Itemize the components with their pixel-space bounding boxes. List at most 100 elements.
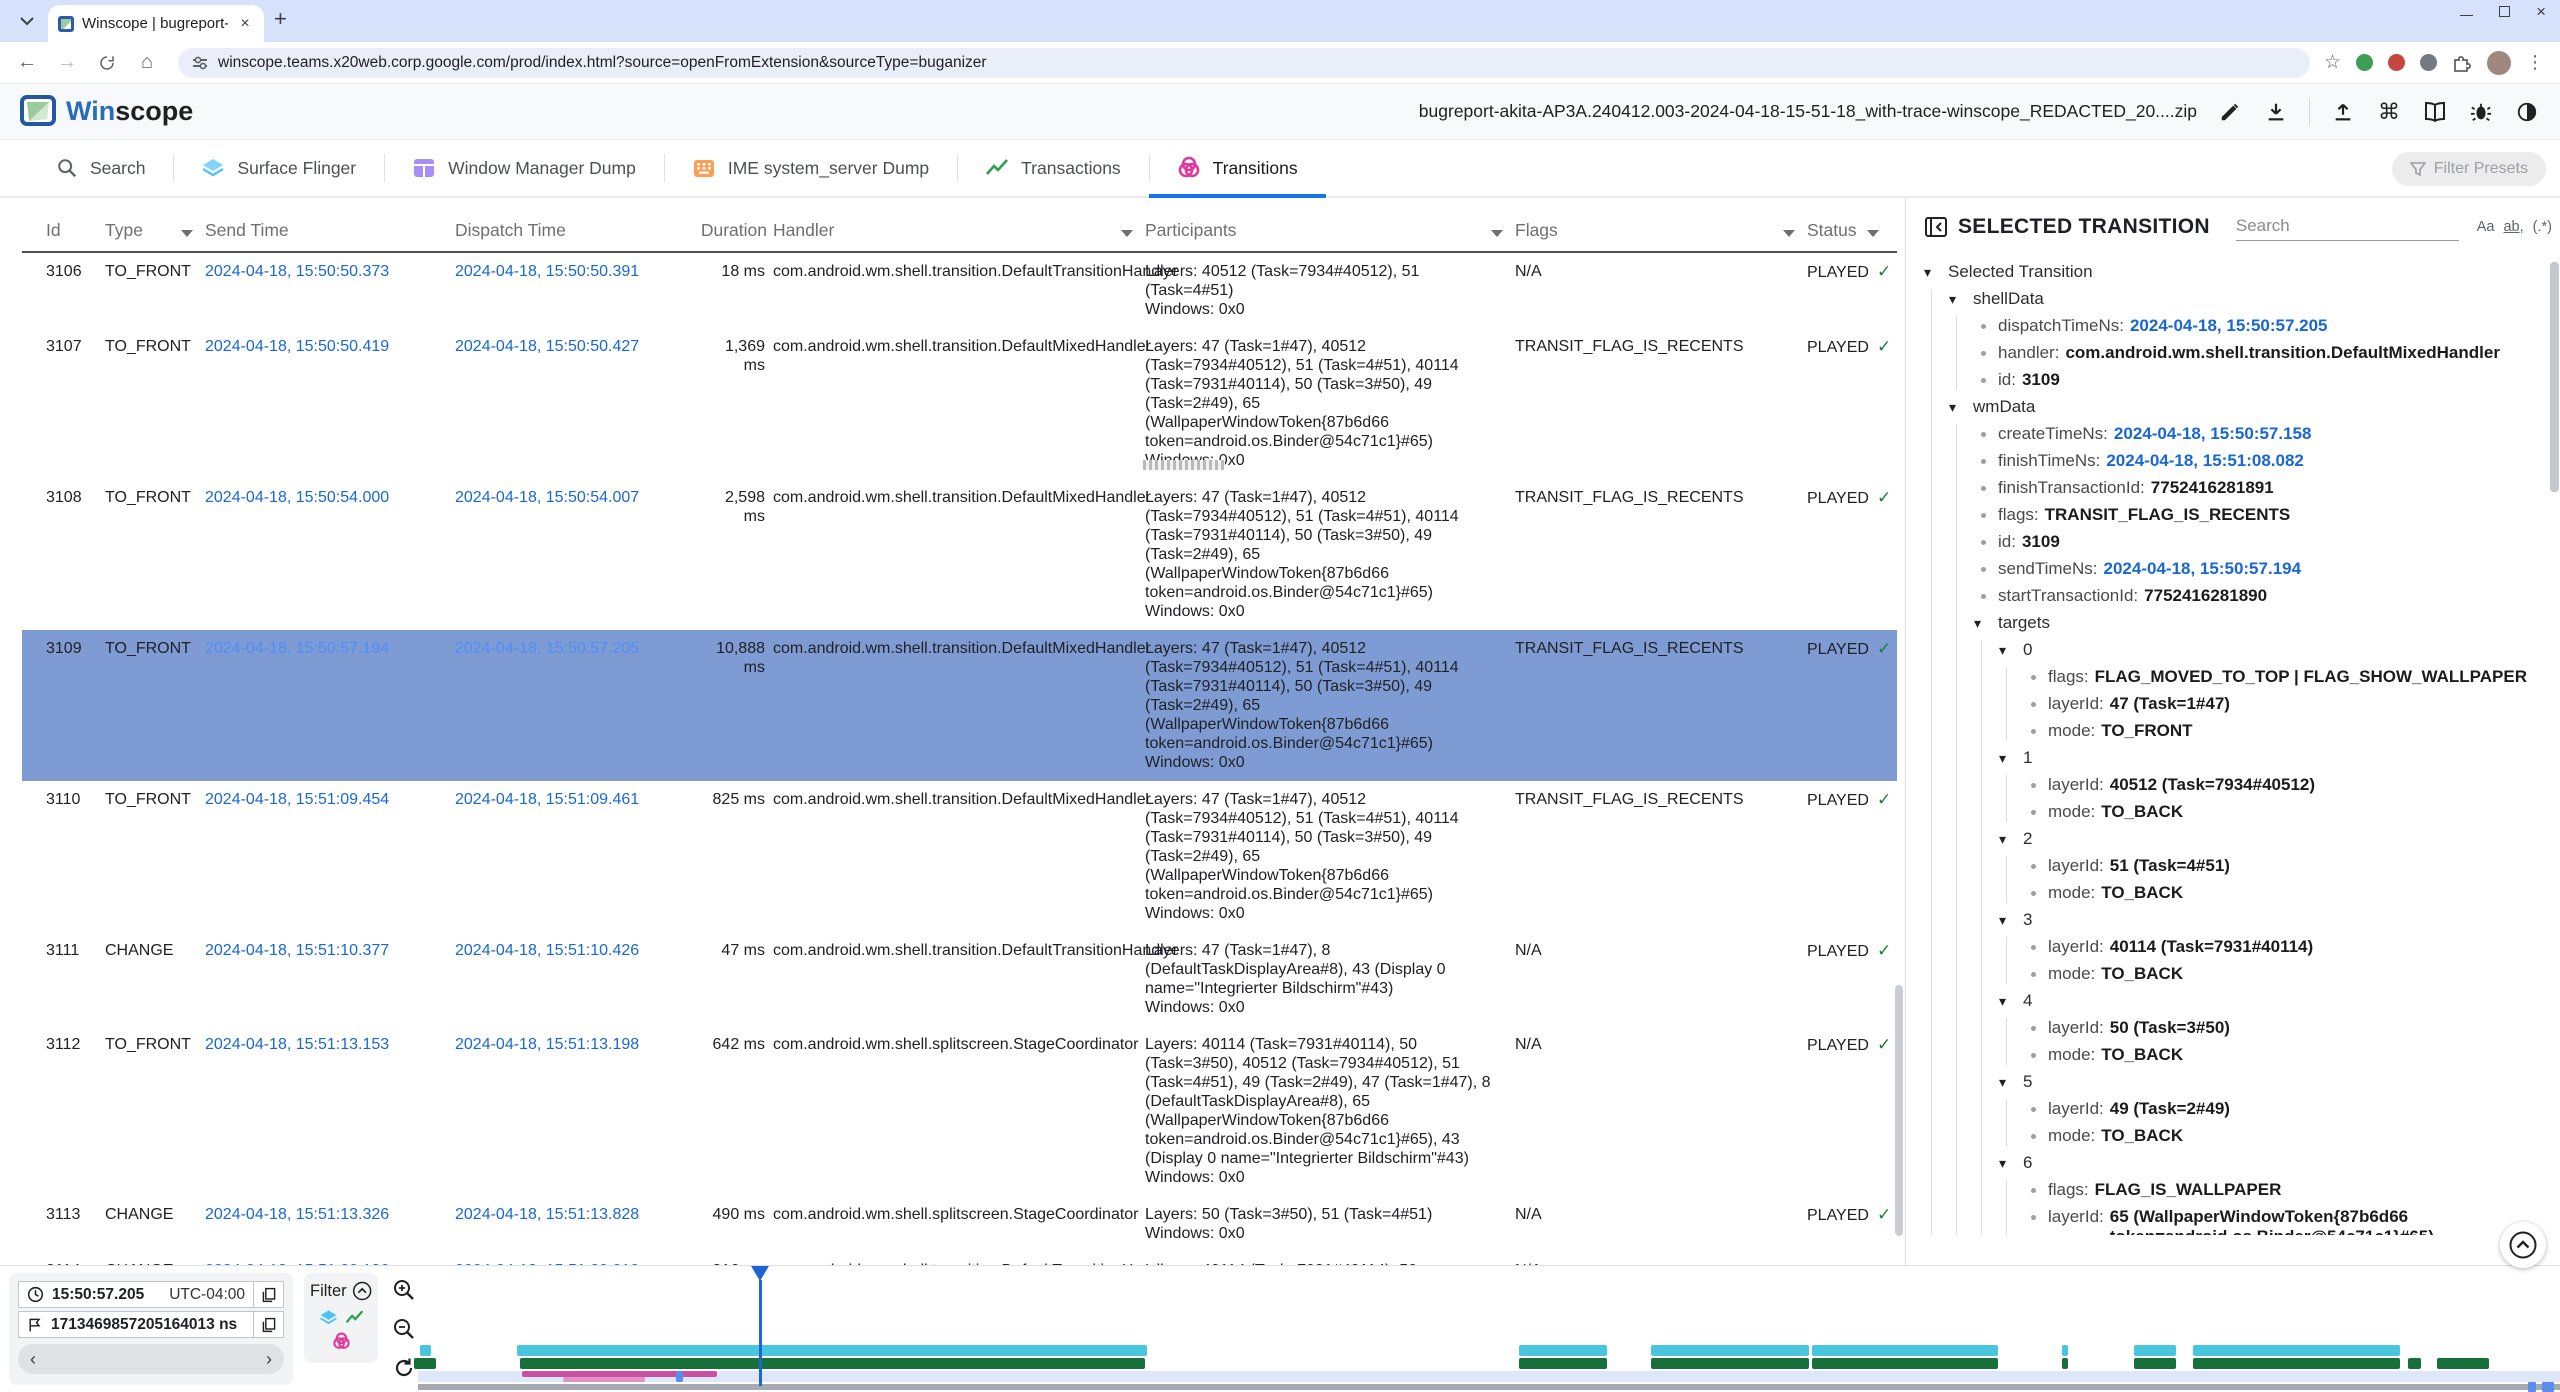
tab-surface-flinger[interactable]: Surface Flinger bbox=[173, 140, 384, 196]
cell-dispatch[interactable]: 2024-04-18, 15:51:13.828 bbox=[455, 1196, 705, 1252]
col-header-status[interactable]: Status bbox=[1807, 220, 1897, 251]
report-bug-icon[interactable] bbox=[2468, 99, 2494, 125]
timeline-segment[interactable] bbox=[2134, 1345, 2176, 1356]
cell-send[interactable]: 2024-04-18, 15:51:10.377 bbox=[205, 932, 455, 1026]
timeline-segment[interactable] bbox=[2062, 1358, 2068, 1369]
tree-group-row[interactable]: ▾5 bbox=[1999, 1072, 2552, 1092]
timeline-segment[interactable] bbox=[2437, 1358, 2489, 1369]
cell-dispatch[interactable]: 2024-04-18, 15:50:50.391 bbox=[455, 253, 705, 328]
forward-icon[interactable]: → bbox=[50, 46, 84, 80]
timestamp-ns-field[interactable]: 1713469857205164013 ns bbox=[18, 1311, 254, 1338]
match-regex-toggle[interactable]: (.*) bbox=[2533, 219, 2552, 235]
col-header-participants[interactable]: Participants bbox=[1145, 220, 1515, 251]
tab-window-manager-dump[interactable]: Window Manager Dump bbox=[384, 140, 664, 196]
col-header-type[interactable]: Type bbox=[105, 220, 205, 251]
properties-search-input[interactable] bbox=[2236, 212, 2459, 240]
chevron-down-icon[interactable]: ▾ bbox=[1999, 829, 2017, 849]
cell-send[interactable]: 2024-04-18, 15:51:09.454 bbox=[205, 781, 455, 932]
timeline-segment[interactable] bbox=[414, 1358, 436, 1369]
col-header-handler[interactable]: Handler bbox=[773, 220, 1145, 251]
tree-group-row[interactable]: ▾1 bbox=[1999, 748, 2552, 768]
chevron-down-icon[interactable]: ▾ bbox=[1999, 910, 2017, 930]
chevron-down-icon[interactable]: ▾ bbox=[1949, 397, 1967, 417]
tree-group-row[interactable]: ▾Selected Transition bbox=[1924, 262, 2552, 282]
copy-ns-button[interactable] bbox=[254, 1311, 284, 1338]
window-maximize-icon[interactable] bbox=[2499, 6, 2510, 17]
cell-dispatch[interactable]: 2024-04-18, 15:51:20.212 bbox=[455, 1252, 705, 1265]
timeline-segment[interactable] bbox=[1519, 1345, 1607, 1356]
collapse-filter-icon[interactable] bbox=[352, 1279, 372, 1303]
url-text[interactable]: winscope.teams.x20web.corp.google.com/pr… bbox=[218, 54, 987, 72]
table-row[interactable]: 3108TO_FRONT2024-04-18, 15:50:54.0002024… bbox=[22, 479, 1897, 630]
utc-offset[interactable]: UTC-04:00 bbox=[169, 1286, 245, 1304]
extension-icon-gray[interactable] bbox=[2420, 54, 2437, 71]
match-word-toggle[interactable]: ab, bbox=[2503, 219, 2523, 235]
timeline-segment[interactable] bbox=[1812, 1358, 1998, 1369]
chevron-down-icon[interactable]: ▾ bbox=[1949, 289, 1967, 309]
timeline-tracks[interactable] bbox=[418, 1266, 2560, 1392]
extensions-puzzle-icon[interactable] bbox=[2452, 53, 2472, 73]
timeline-segment[interactable] bbox=[2134, 1358, 2176, 1369]
tree-group-row[interactable]: ▾targets bbox=[1974, 613, 2552, 633]
cell-dispatch[interactable]: 2024-04-18, 15:50:54.007 bbox=[455, 479, 705, 630]
tab-search-icon[interactable] bbox=[12, 6, 42, 36]
chevron-down-icon[interactable]: ▾ bbox=[1999, 991, 2017, 1011]
new-tab-icon[interactable]: + bbox=[274, 6, 287, 32]
chevron-down-icon[interactable]: ▾ bbox=[1999, 640, 2017, 660]
table-row[interactable]: 3110TO_FRONT2024-04-18, 15:51:09.4542024… bbox=[22, 781, 1897, 932]
timeline-segment[interactable] bbox=[676, 1371, 683, 1382]
timeline-segment[interactable] bbox=[2193, 1345, 2400, 1356]
cell-send[interactable]: 2024-04-18, 15:51:13.153 bbox=[205, 1026, 455, 1196]
property-value[interactable]: 2024-04-18, 15:50:57.194 bbox=[2104, 559, 2552, 579]
chevron-down-icon[interactable]: ▾ bbox=[1924, 262, 1942, 282]
tree-group-row[interactable]: ▾6 bbox=[1999, 1153, 2552, 1173]
filter-arrow-icon[interactable] bbox=[1491, 230, 1503, 237]
panel-vertical-scrollbar[interactable] bbox=[2550, 262, 2559, 492]
browser-tab[interactable]: Winscope | bugreport-ak × bbox=[48, 5, 264, 42]
timeline-cursor-handle[interactable] bbox=[751, 1266, 769, 1281]
tab-ime-dump[interactable]: IME system_server Dump bbox=[664, 140, 957, 196]
tree-group-row[interactable]: ▾0 bbox=[1999, 640, 2552, 660]
window-close-icon[interactable]: × bbox=[2536, 6, 2546, 17]
col-header-send-time[interactable]: Send Time bbox=[205, 220, 455, 251]
zoom-in-button[interactable] bbox=[390, 1276, 418, 1304]
table-vertical-scrollbar[interactable] bbox=[1895, 985, 1903, 1236]
shortcuts-icon[interactable]: ⌘ bbox=[2376, 99, 2402, 125]
timeline-segment[interactable] bbox=[2062, 1345, 2068, 1356]
cell-send[interactable]: 2024-04-18, 15:50:50.419 bbox=[205, 328, 455, 479]
tree-group-row[interactable]: ▾2 bbox=[1999, 829, 2552, 849]
col-header-duration[interactable]: Duration bbox=[705, 220, 773, 251]
transitions-track-bed[interactable] bbox=[418, 1371, 2560, 1382]
cell-dispatch[interactable]: 2024-04-18, 15:50:50.427 bbox=[455, 328, 705, 479]
zoom-out-button[interactable] bbox=[390, 1315, 418, 1343]
copy-time-button[interactable] bbox=[254, 1281, 284, 1308]
col-header-id[interactable]: Id bbox=[22, 220, 105, 251]
timeline-segment[interactable] bbox=[517, 1345, 1147, 1356]
property-value[interactable]: 2024-04-18, 15:51:08.082 bbox=[2106, 451, 2552, 471]
download-icon[interactable] bbox=[2263, 99, 2289, 125]
chevron-down-icon[interactable]: ▾ bbox=[1999, 1153, 2017, 1173]
site-settings-icon[interactable] bbox=[192, 55, 208, 71]
extension-icon-red[interactable] bbox=[2388, 54, 2405, 71]
cell-dispatch[interactable]: 2024-04-18, 15:50:57.205 bbox=[455, 630, 705, 781]
upload-icon[interactable] bbox=[2330, 99, 2356, 125]
tree-group-row[interactable]: ▾3 bbox=[1999, 910, 2552, 930]
browser-menu-icon[interactable]: ⋮ bbox=[2526, 52, 2544, 73]
collapse-panel-icon[interactable] bbox=[1924, 215, 1948, 239]
property-value[interactable]: 2024-04-18, 15:50:57.158 bbox=[2114, 424, 2552, 444]
filter-arrow-icon[interactable] bbox=[1867, 230, 1879, 237]
cell-send[interactable]: 2024-04-18, 15:50:50.373 bbox=[205, 253, 455, 328]
cell-send[interactable]: 2024-04-18, 15:50:54.000 bbox=[205, 479, 455, 630]
timeline-segment[interactable] bbox=[1812, 1345, 1998, 1356]
filter-arrow-icon[interactable] bbox=[181, 230, 193, 237]
tree-group-row[interactable]: ▾4 bbox=[1999, 991, 2552, 1011]
timeline-cursor[interactable] bbox=[759, 1280, 762, 1386]
filter-arrow-icon[interactable] bbox=[1121, 230, 1133, 237]
dark-mode-icon[interactable] bbox=[2514, 99, 2540, 125]
filter-presets-button[interactable]: Filter Presets bbox=[2392, 152, 2546, 186]
tree-group-row[interactable]: ▾wmData bbox=[1949, 397, 2552, 417]
tab-transitions[interactable]: Transitions bbox=[1149, 140, 1326, 196]
timeline-segment[interactable] bbox=[2193, 1358, 2400, 1369]
tab-search[interactable]: Search bbox=[28, 140, 173, 196]
bookmark-star-icon[interactable]: ☆ bbox=[2324, 51, 2341, 74]
